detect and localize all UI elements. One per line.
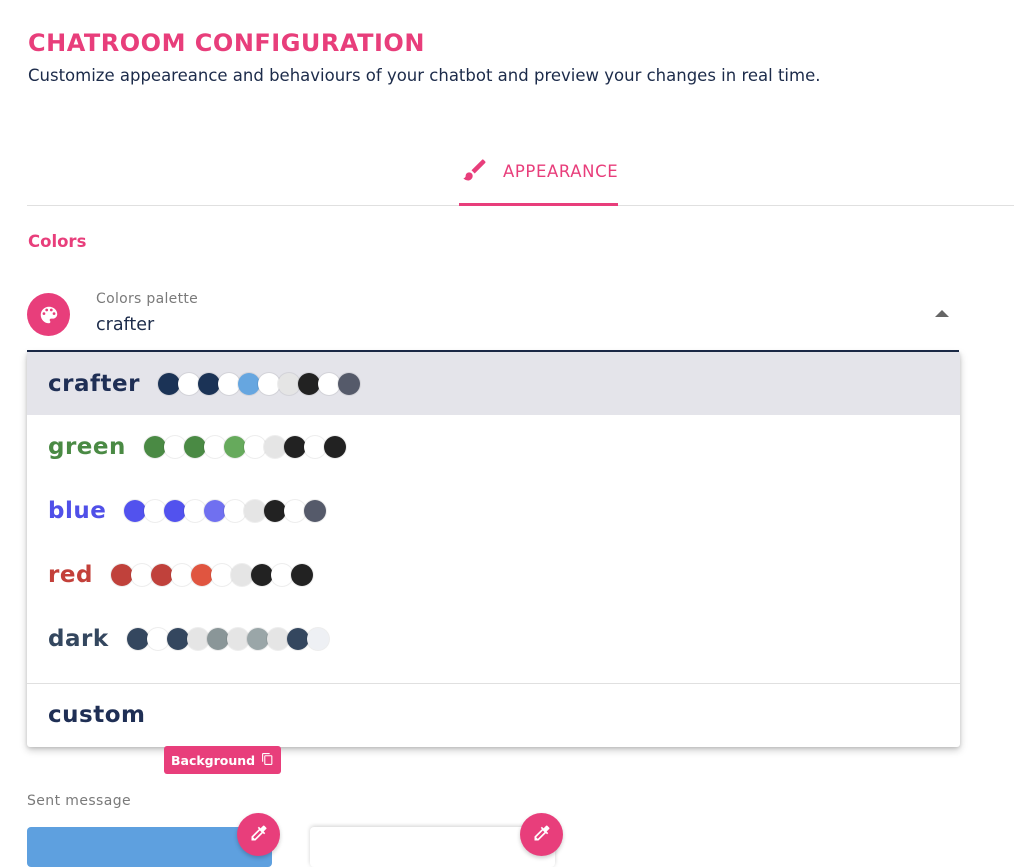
color-swatch: [144, 500, 167, 522]
dropdown-arrow-icon[interactable]: [935, 310, 949, 317]
palette-option-name: dark: [48, 626, 109, 652]
color-swatch: [186, 628, 209, 650]
page-subtitle: Customize appeareance and behaviours of …: [28, 66, 821, 85]
colors-palette-label: Colors palette: [96, 291, 199, 307]
color-swatch: [270, 564, 293, 586]
palette-swatches: [143, 436, 346, 458]
color-swatch: [157, 372, 180, 395]
palette-option-name: green: [48, 434, 126, 460]
color-swatch: [237, 372, 260, 395]
color-swatch: [323, 436, 346, 458]
color-swatch: [163, 436, 186, 458]
color-swatch: [126, 628, 149, 650]
color-swatch: [184, 500, 207, 522]
color-swatch: [304, 500, 327, 522]
color-swatch: [303, 436, 326, 458]
color-swatch: [210, 564, 233, 586]
color-swatch: [197, 372, 220, 395]
palette-swatches: [124, 500, 327, 522]
color-swatch: [243, 436, 266, 458]
palette-option-dark[interactable]: dark: [27, 607, 960, 671]
color-swatch: [190, 564, 213, 586]
color-swatch: [283, 436, 306, 458]
color-swatch: [206, 628, 229, 650]
palette-dropdown-menu: crafter green blue red dark custom: [27, 352, 960, 747]
color-swatch: [284, 500, 307, 522]
palette-swatches: [126, 628, 329, 650]
color-swatch: [337, 372, 360, 395]
color-swatch: [263, 436, 286, 458]
color-swatch: [143, 436, 166, 458]
sent-message-background-swatch[interactable]: [27, 827, 272, 867]
color-swatch: [164, 500, 187, 522]
sent-message-label: Sent message: [27, 793, 132, 809]
color-swatch: [146, 628, 169, 650]
background-chip-label: Background: [171, 752, 256, 768]
color-swatch: [217, 372, 240, 395]
color-swatch: [244, 500, 267, 522]
color-swatch: [130, 564, 153, 586]
color-swatch: [230, 564, 253, 586]
tab-label: APPEARANCE: [503, 162, 619, 181]
palette-option-name: custom: [48, 702, 146, 728]
palette-option-red[interactable]: red: [27, 543, 960, 607]
color-swatch: [277, 372, 300, 395]
copy-icon: [261, 752, 274, 769]
eyedropper-icon: [532, 823, 552, 847]
color-swatch: [170, 564, 193, 586]
color-swatch: [286, 628, 309, 650]
colors-palette-value: crafter: [96, 315, 155, 335]
sent-message-text-swatch[interactable]: [310, 827, 555, 867]
palette-option-name: red: [48, 562, 93, 588]
color-swatch: [150, 564, 173, 586]
color-swatch: [177, 372, 200, 395]
palette-option-name: blue: [48, 498, 107, 524]
color-swatch: [246, 628, 269, 650]
color-swatch: [264, 500, 287, 522]
color-swatch: [266, 628, 289, 650]
color-swatch: [250, 564, 273, 586]
page-title: CHATROOM CONFIGURATION: [28, 29, 425, 57]
color-swatch: [317, 372, 340, 395]
tab-appearance[interactable]: APPEARANCE: [459, 140, 619, 206]
palette-icon: [27, 293, 70, 336]
palette-option-custom[interactable]: custom: [27, 684, 960, 746]
colors-palette-select[interactable]: Colors palette crafter: [27, 280, 959, 352]
palette-option-crafter[interactable]: crafter: [27, 352, 960, 415]
color-swatch: [204, 500, 227, 522]
color-swatch: [110, 564, 133, 586]
color-swatch: [203, 436, 226, 458]
color-swatch: [257, 372, 280, 395]
color-swatch: [223, 436, 246, 458]
palette-option-green[interactable]: green: [27, 415, 960, 479]
color-picker-button[interactable]: [237, 813, 280, 856]
palette-swatches: [157, 372, 360, 395]
palette-option-name: crafter: [48, 370, 140, 397]
color-swatch: [226, 628, 249, 650]
color-swatch: [183, 436, 206, 458]
color-swatch: [306, 628, 329, 650]
color-swatch: [124, 500, 147, 522]
section-title-colors: Colors: [28, 232, 87, 251]
palette-swatches: [110, 564, 313, 586]
eyedropper-icon: [249, 823, 269, 847]
color-swatch: [224, 500, 247, 522]
tabs-bar: APPEARANCE: [27, 140, 1014, 206]
background-chip[interactable]: Background: [164, 746, 282, 774]
color-swatch: [297, 372, 320, 395]
color-picker-button[interactable]: [520, 813, 563, 856]
color-swatch: [290, 564, 313, 586]
palette-option-blue[interactable]: blue: [27, 479, 960, 543]
brush-icon: [461, 156, 489, 188]
color-swatch: [166, 628, 189, 650]
